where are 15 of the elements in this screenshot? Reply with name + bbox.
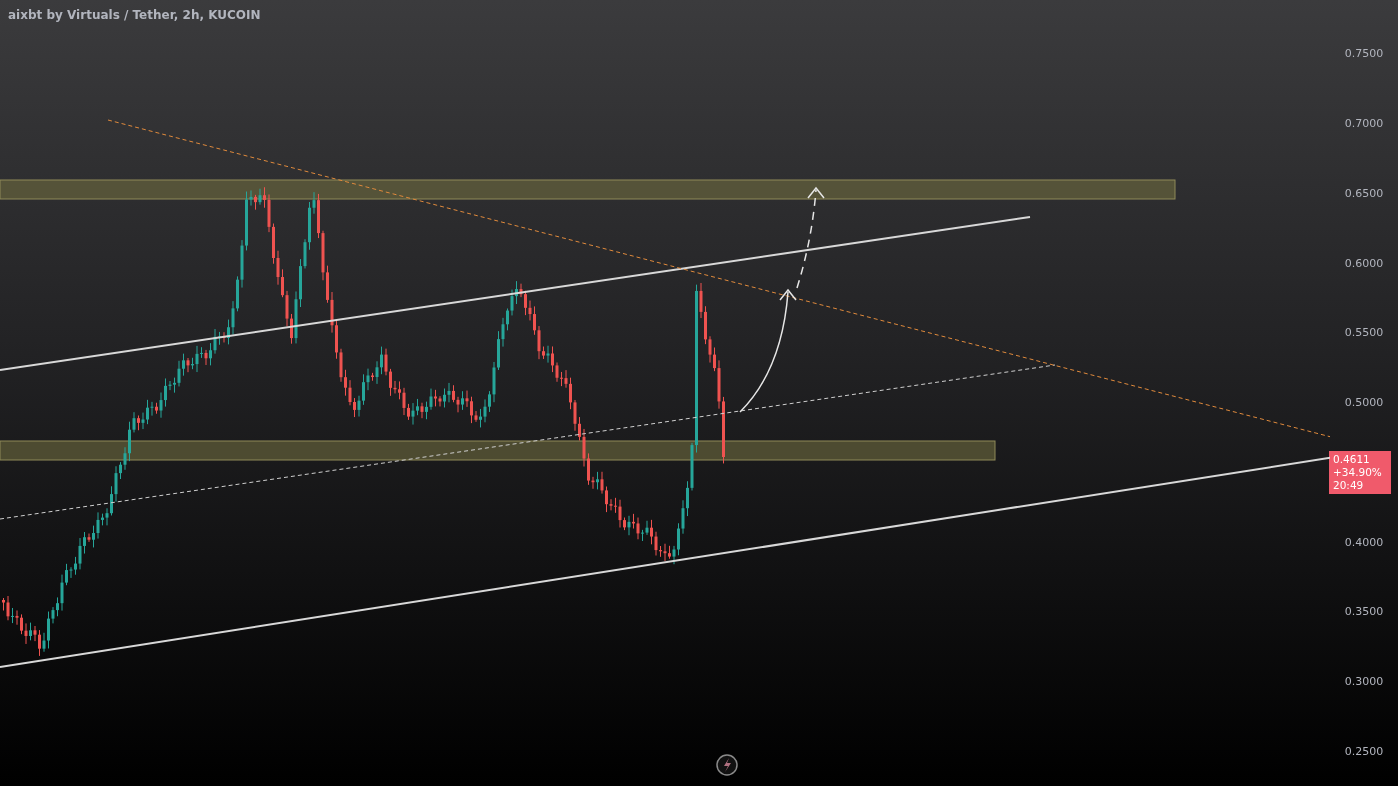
countdown-timer: 20:49 (1333, 478, 1365, 492)
price-axis-label: 0.6500 (1344, 186, 1384, 200)
price-axis-label: 0.4000 (1344, 535, 1384, 549)
lightning-icon[interactable] (716, 754, 738, 776)
price-axis-label: 0.7500 (1344, 47, 1384, 61)
price-axis-label: 0.3000 (1344, 674, 1384, 688)
price-change: +34.90% (1333, 465, 1383, 479)
chart-title: aixbt by Virtuals / Tether, 2h, KUCOIN (8, 8, 261, 22)
current-price: 0.4611 (1333, 452, 1371, 466)
price-axis-label: 0.5500 (1344, 326, 1384, 340)
price-axis-label: 0.5000 (1344, 396, 1384, 410)
price-axis-label: 0.7000 (1344, 117, 1384, 131)
price-axis-label: 0.2500 (1344, 744, 1384, 758)
price-axis-label: 0.6000 (1344, 256, 1384, 270)
price-axis-label: 0.3500 (1344, 605, 1384, 619)
